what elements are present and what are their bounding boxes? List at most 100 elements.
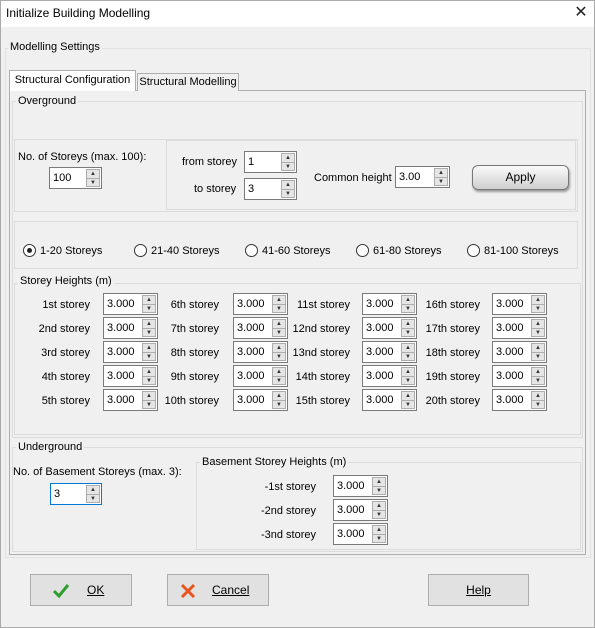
up-arrow-icon[interactable]: ▲: [402, 320, 414, 328]
down-arrow-icon[interactable]: ▼: [532, 328, 544, 336]
up-arrow-icon[interactable]: ▲: [87, 170, 99, 178]
down-arrow-icon[interactable]: ▼: [143, 304, 155, 312]
down-arrow-icon[interactable]: ▼: [402, 328, 414, 336]
down-arrow-icon[interactable]: ▼: [87, 494, 99, 502]
help-button[interactable]: Help: [428, 574, 529, 606]
down-arrow-icon[interactable]: ▼: [143, 400, 155, 408]
range-radio-5[interactable]: 81-100 Storeys: [467, 244, 559, 258]
common-height-stepper[interactable]: 3.00 ▲ ▼: [395, 166, 450, 188]
down-arrow-icon[interactable]: ▼: [143, 328, 155, 336]
up-arrow-icon[interactable]: ▲: [532, 368, 544, 376]
down-arrow-icon[interactable]: ▼: [402, 376, 414, 384]
down-arrow-icon[interactable]: ▼: [273, 400, 285, 408]
down-arrow-icon[interactable]: ▼: [402, 400, 414, 408]
range-radio-2[interactable]: 21-40 Storeys: [134, 244, 219, 258]
down-arrow-icon[interactable]: ▼: [87, 178, 99, 186]
storey-height-stepper[interactable]: 3.000 ▲ ▼: [362, 317, 417, 339]
down-arrow-icon[interactable]: ▼: [373, 486, 385, 494]
down-arrow-icon[interactable]: ▼: [273, 328, 285, 336]
up-arrow-icon[interactable]: ▲: [402, 344, 414, 352]
down-arrow-icon[interactable]: ▼: [282, 189, 294, 197]
down-arrow-icon[interactable]: ▼: [402, 304, 414, 312]
storey-height-stepper[interactable]: 3.000 ▲ ▼: [233, 317, 288, 339]
storey-height-stepper[interactable]: 3.000 ▲ ▼: [233, 365, 288, 387]
storey-height-stepper[interactable]: 3.000 ▲ ▼: [103, 389, 158, 411]
storey-height-stepper[interactable]: 3.000 ▲ ▼: [362, 365, 417, 387]
up-arrow-icon[interactable]: ▲: [273, 296, 285, 304]
up-arrow-icon[interactable]: ▲: [282, 154, 294, 162]
up-arrow-icon[interactable]: ▲: [143, 392, 155, 400]
up-arrow-icon[interactable]: ▲: [373, 478, 385, 486]
basement-height-stepper[interactable]: 3.000 ▲ ▼: [333, 475, 388, 497]
height-value: 3.000: [337, 528, 365, 540]
basement-height-stepper[interactable]: 3.000 ▲ ▼: [333, 499, 388, 521]
storey-height-stepper[interactable]: 3.000 ▲ ▼: [362, 341, 417, 363]
storey-height-stepper[interactable]: 3.000 ▲ ▼: [233, 293, 288, 315]
up-arrow-icon[interactable]: ▲: [273, 320, 285, 328]
basement-count-stepper[interactable]: 3 ▲ ▼: [50, 483, 102, 505]
down-arrow-icon[interactable]: ▼: [402, 352, 414, 360]
ok-button[interactable]: OK: [30, 574, 132, 606]
down-arrow-icon[interactable]: ▼: [273, 376, 285, 384]
storey-height-stepper[interactable]: 3.000 ▲ ▼: [492, 341, 547, 363]
down-arrow-icon[interactable]: ▼: [143, 376, 155, 384]
close-icon[interactable]: ✕: [569, 3, 593, 23]
storey-height-stepper[interactable]: 3.000 ▲ ▼: [103, 293, 158, 315]
apply-button[interactable]: Apply: [472, 165, 569, 190]
down-arrow-icon[interactable]: ▼: [143, 352, 155, 360]
cancel-x-icon: [180, 583, 196, 599]
storey-height-stepper[interactable]: 3.000 ▲ ▼: [362, 389, 417, 411]
tab-structural-configuration[interactable]: Structural Configuration: [9, 70, 136, 91]
storey-height-stepper[interactable]: 3.000 ▲ ▼: [362, 293, 417, 315]
down-arrow-icon[interactable]: ▼: [532, 304, 544, 312]
range-radio-1[interactable]: 1-20 Storeys: [23, 244, 102, 258]
down-arrow-icon[interactable]: ▼: [532, 400, 544, 408]
down-arrow-icon[interactable]: ▼: [532, 376, 544, 384]
down-arrow-icon[interactable]: ▼: [273, 352, 285, 360]
from-storey-stepper[interactable]: 1 ▲ ▼: [244, 151, 297, 173]
up-arrow-icon[interactable]: ▲: [273, 368, 285, 376]
up-arrow-icon[interactable]: ▲: [532, 320, 544, 328]
up-arrow-icon[interactable]: ▲: [532, 344, 544, 352]
range-radio-3[interactable]: 41-60 Storeys: [245, 244, 330, 258]
storey-label: 1st storey: [42, 299, 90, 311]
up-arrow-icon[interactable]: ▲: [143, 368, 155, 376]
up-arrow-icon[interactable]: ▲: [402, 296, 414, 304]
cancel-button[interactable]: Cancel: [167, 574, 269, 606]
up-arrow-icon[interactable]: ▲: [402, 368, 414, 376]
up-arrow-icon[interactable]: ▲: [435, 169, 447, 177]
up-arrow-icon[interactable]: ▲: [87, 486, 99, 494]
storey-height-stepper[interactable]: 3.000 ▲ ▼: [103, 317, 158, 339]
down-arrow-icon[interactable]: ▼: [373, 534, 385, 542]
up-arrow-icon[interactable]: ▲: [143, 296, 155, 304]
storey-height-stepper[interactable]: 3.000 ▲ ▼: [233, 389, 288, 411]
down-arrow-icon[interactable]: ▼: [532, 352, 544, 360]
up-arrow-icon[interactable]: ▲: [273, 344, 285, 352]
storey-height-stepper[interactable]: 3.000 ▲ ▼: [103, 365, 158, 387]
down-arrow-icon[interactable]: ▼: [435, 177, 447, 185]
down-arrow-icon[interactable]: ▼: [273, 304, 285, 312]
storey-height-stepper[interactable]: 3.000 ▲ ▼: [492, 365, 547, 387]
tab-structural-modelling[interactable]: Structural Modelling: [137, 73, 239, 91]
basement-heights-group: [196, 462, 581, 550]
storey-height-stepper[interactable]: 3.000 ▲ ▼: [492, 389, 547, 411]
storey-height-stepper[interactable]: 3.000 ▲ ▼: [233, 341, 288, 363]
up-arrow-icon[interactable]: ▲: [373, 502, 385, 510]
storey-height-stepper[interactable]: 3.000 ▲ ▼: [492, 317, 547, 339]
up-arrow-icon[interactable]: ▲: [273, 392, 285, 400]
up-arrow-icon[interactable]: ▲: [532, 392, 544, 400]
range-radio-4[interactable]: 61-80 Storeys: [356, 244, 441, 258]
basement-height-stepper[interactable]: 3.000 ▲ ▼: [333, 523, 388, 545]
up-arrow-icon[interactable]: ▲: [373, 526, 385, 534]
up-arrow-icon[interactable]: ▲: [143, 320, 155, 328]
up-arrow-icon[interactable]: ▲: [532, 296, 544, 304]
storey-height-stepper[interactable]: 3.000 ▲ ▼: [103, 341, 158, 363]
down-arrow-icon[interactable]: ▼: [282, 162, 294, 170]
up-arrow-icon[interactable]: ▲: [143, 344, 155, 352]
down-arrow-icon[interactable]: ▼: [373, 510, 385, 518]
up-arrow-icon[interactable]: ▲: [282, 181, 294, 189]
to-storey-stepper[interactable]: 3 ▲ ▼: [244, 178, 297, 200]
up-arrow-icon[interactable]: ▲: [402, 392, 414, 400]
storey-height-stepper[interactable]: 3.000 ▲ ▼: [492, 293, 547, 315]
storeys-count-stepper[interactable]: 100 ▲ ▼: [49, 167, 102, 189]
